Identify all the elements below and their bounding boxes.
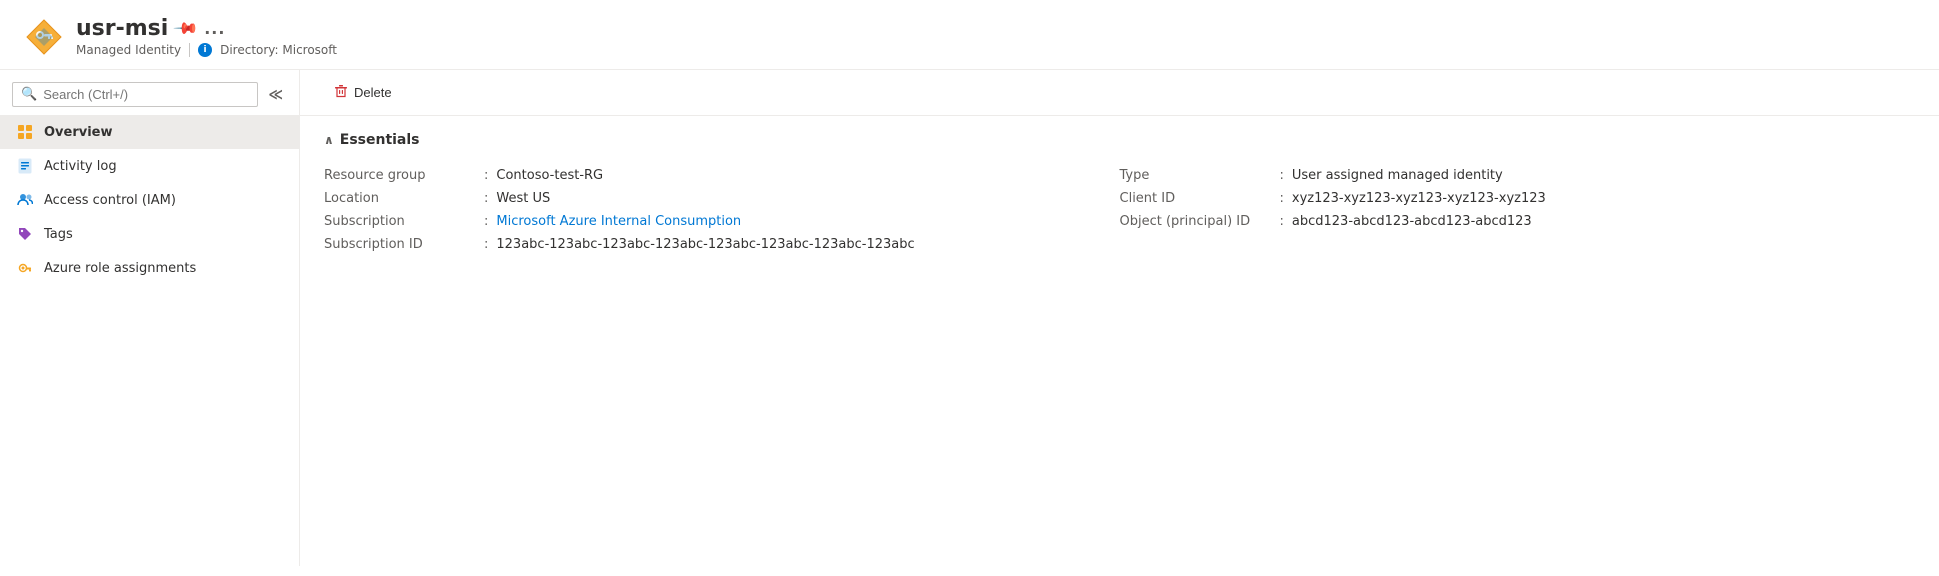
search-container: 🔍 ≪ [0,78,299,115]
delete-icon [334,84,348,101]
essentials-grid: Resource group : Contoso-test-RG Locatio… [324,164,1915,256]
more-options-icon[interactable]: ... [204,19,225,38]
essentials-left-column: Resource group : Contoso-test-RG Locatio… [324,164,1120,256]
collapse-sidebar-button[interactable]: ≪ [264,83,287,107]
sidebar-item-label-access-control: Access control (IAM) [44,193,176,208]
header-text-group: usr-msi 📌 ... Managed Identity i Directo… [76,16,337,57]
delete-button[interactable]: Delete [324,78,402,107]
sidebar-item-tags[interactable]: Tags [0,217,299,251]
main-layout: 🔍 ≪ Overview [0,70,1939,566]
resource-subtitle: Managed Identity i Directory: Microsoft [76,43,337,57]
loc-sep: : [484,191,488,206]
client-id-label: Client ID [1120,191,1280,206]
essentials-row-resource-group: Resource group : Contoso-test-RG [324,164,1120,187]
resource-name: usr-msi [76,16,168,41]
subscription-id-label: Subscription ID [324,237,484,252]
rg-sep: : [484,168,488,183]
role-icon [16,259,34,277]
type-label: Type [1120,168,1280,183]
search-icon: 🔍 [21,87,37,102]
essentials-chevron-icon: ∧ [324,133,334,147]
subtitle-divider [189,43,190,57]
sidebar-item-label-activity-log: Activity log [44,159,117,174]
object-id-label: Object (principal) ID [1120,214,1280,229]
delete-label: Delete [354,85,392,100]
sidebar-item-label-overview: Overview [44,125,113,140]
type-value: User assigned managed identity [1292,168,1503,183]
essentials-row-object-id: Object (principal) ID : abcd123-abcd123-… [1120,210,1916,233]
search-box[interactable]: 🔍 [12,82,258,107]
sidebar-item-access-control[interactable]: Access control (IAM) [0,183,299,217]
main-content: Delete ∧ Essentials Resource group : Con… [300,70,1939,566]
type-sep: : [1280,168,1284,183]
subscription-value[interactable]: Microsoft Azure Internal Consumption [496,214,741,229]
oid-sep: : [1280,214,1284,229]
object-id-value: abcd123-abcd123-abcd123-abcd123 [1292,214,1532,229]
sidebar: 🔍 ≪ Overview [0,70,300,566]
essentials-row-location: Location : West US [324,187,1120,210]
info-icon[interactable]: i [198,43,212,57]
sidebar-item-azure-role[interactable]: Azure role assignments [0,251,299,285]
sidebar-item-label-tags: Tags [44,227,73,242]
page-header: usr-msi 📌 ... Managed Identity i Directo… [0,0,1939,70]
activity-log-icon [16,157,34,175]
resource-icon [24,17,64,57]
essentials-right-column: Type : User assigned managed identity Cl… [1120,164,1916,256]
iam-icon [16,191,34,209]
essentials-section: ∧ Essentials Resource group : Contoso-te… [300,116,1939,272]
sidebar-item-label-azure-role: Azure role assignments [44,261,196,276]
sidebar-item-activity-log[interactable]: Activity log [0,149,299,183]
essentials-row-client-id: Client ID : xyz123-xyz123-xyz123-xyz123-… [1120,187,1916,210]
search-input[interactable] [43,87,249,102]
subscription-label: Subscription [324,214,484,229]
essentials-header[interactable]: ∧ Essentials [324,132,1915,148]
essentials-row-subscription-id: Subscription ID : 123abc-123abc-123abc-1… [324,233,1120,256]
subid-sep: : [484,237,488,252]
overview-icon [16,123,34,141]
cid-sep: : [1280,191,1284,206]
directory-label: Directory: Microsoft [220,43,337,57]
resource-group-label: Resource group [324,168,484,183]
subscription-id-value: 123abc-123abc-123abc-123abc-123abc-123ab… [496,237,914,252]
sub-sep: : [484,214,488,229]
resource-type-label: Managed Identity [76,43,181,57]
sidebar-item-overview[interactable]: Overview [0,115,299,149]
tags-icon [16,225,34,243]
toolbar: Delete [300,70,1939,116]
pin-icon[interactable]: 📌 [172,15,200,43]
resource-group-value: Contoso-test-RG [496,168,603,183]
essentials-title: Essentials [340,132,420,148]
client-id-value: xyz123-xyz123-xyz123-xyz123-xyz123 [1292,191,1546,206]
resource-title: usr-msi 📌 ... [76,16,337,41]
location-label: Location [324,191,484,206]
essentials-row-type: Type : User assigned managed identity [1120,164,1916,187]
essentials-row-subscription: Subscription : Microsoft Azure Internal … [324,210,1120,233]
location-value: West US [496,191,550,206]
